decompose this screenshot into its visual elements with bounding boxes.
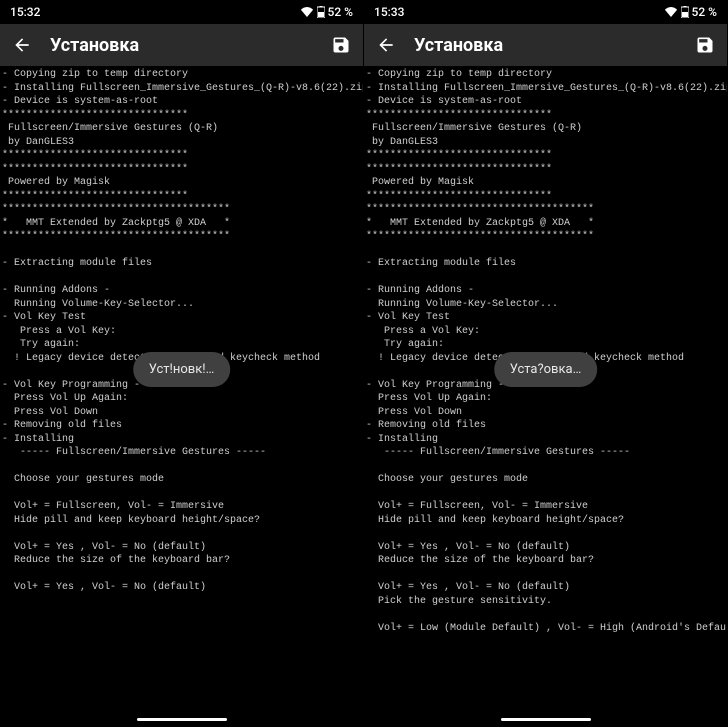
console-output: - Copying zip to temp directory - Instal… [364, 66, 727, 727]
screenshot-left: 15:32 52 % Установка - Copying zip to te… [0, 0, 364, 727]
status-bar: 15:32 52 % [0, 0, 363, 24]
status-right: 52 % [664, 5, 717, 19]
wifi-icon [300, 7, 314, 17]
save-icon[interactable] [331, 35, 351, 55]
battery-icon [317, 6, 325, 18]
home-indicator[interactable] [137, 718, 227, 721]
status-bar: 15:33 52 % [364, 0, 727, 24]
nav-bar: Установка [364, 24, 727, 66]
toast-message: Уста?овка… [494, 352, 598, 387]
battery-text: 52 % [328, 5, 353, 19]
status-time: 15:32 [10, 5, 40, 19]
page-title: Установка [414, 35, 677, 56]
toast-message: Уст!новк!… [133, 352, 231, 387]
console-output: - Copying zip to temp directory - Instal… [0, 66, 363, 727]
back-icon[interactable] [12, 35, 32, 55]
back-icon[interactable] [376, 35, 396, 55]
status-right: 52 % [300, 5, 353, 19]
nav-bar: Установка [0, 24, 363, 66]
status-time: 15:33 [374, 5, 404, 19]
battery-text: 52 % [692, 5, 717, 19]
home-indicator[interactable] [501, 718, 591, 721]
wifi-icon [664, 7, 678, 17]
page-title: Установка [50, 35, 313, 56]
save-icon[interactable] [695, 35, 715, 55]
screenshot-right: 15:33 52 % Установка - Copying zip to te… [364, 0, 728, 727]
battery-icon [681, 6, 689, 18]
